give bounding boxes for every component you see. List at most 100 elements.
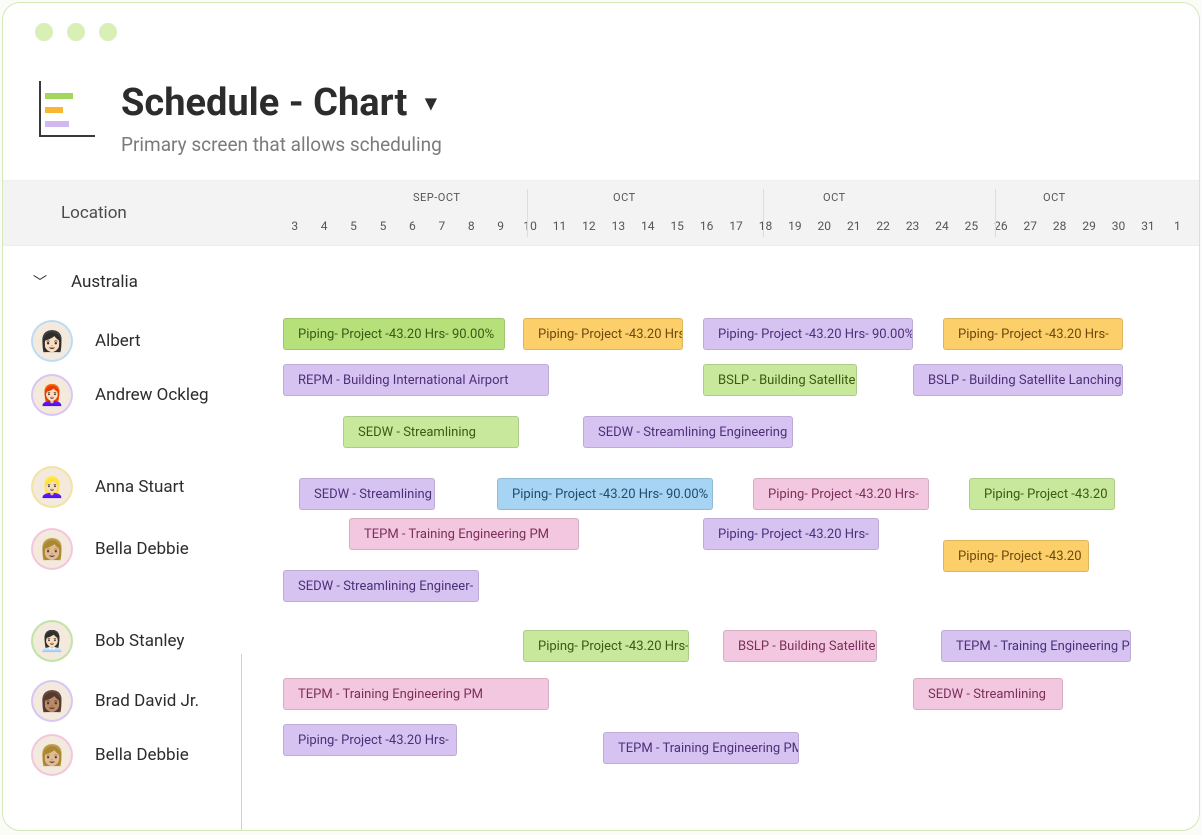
group-name: Australia — [71, 272, 138, 292]
resource-lane[interactable]: Piping- Project -43.20 Hrs- TEPM - Traini… — [283, 724, 1199, 778]
task-bar[interactable]: Piping- Project -43.20 Hrs- — [283, 724, 457, 756]
avatar[interactable]: 👩🏼 — [33, 736, 71, 774]
day-label: 23 — [901, 219, 924, 233]
resource-lane[interactable]: REPM - Building International Airport BSL… — [283, 364, 1199, 456]
task-bar[interactable]: Piping- Project -43.20 Hrs- 90.00% — [283, 318, 505, 350]
resource-row: 👩🏻‍🦰Andrew OcklegREPM - Building Interna… — [3, 364, 1199, 456]
task-bar[interactable]: TEPM - Training Engineering PM — [283, 678, 549, 710]
group-row[interactable]: ﹀ Australia — [3, 258, 1199, 310]
day-label: 30 — [1107, 219, 1130, 233]
resource-name: Anna Stuart — [95, 477, 184, 497]
resource-lane[interactable]: TEPM - Training Engineering PM SEDW - Str… — [283, 670, 1199, 724]
resource-row: 👩🏼 Bella Debbie TEPM - Training Engineerin… — [3, 518, 1199, 610]
day-label: 11 — [548, 219, 571, 233]
day-label: 10 — [518, 219, 541, 233]
day-label: 31 — [1136, 219, 1159, 233]
resource-label: 👩🏻 Albert — [3, 310, 283, 360]
chevron-down-icon[interactable]: ▾ — [425, 91, 436, 116]
location-column-header: Location — [3, 181, 283, 245]
avatar[interactable]: 👩🏻‍💼 — [33, 622, 71, 660]
window-dot[interactable] — [67, 23, 85, 41]
day-label: 21 — [842, 219, 865, 233]
page-title: Schedule - Chart ▾ — [121, 81, 442, 125]
month-label: OCT — [613, 191, 636, 204]
week-separator — [763, 189, 764, 237]
task-bar[interactable]: BSLP - Building Satellite Lanching — [913, 364, 1123, 396]
day-label: 1 — [1166, 219, 1189, 233]
day-label: 17 — [724, 219, 747, 233]
resource-name: Bella Debbie — [95, 745, 189, 765]
day-label: 6 — [401, 219, 424, 233]
task-bar[interactable]: Piping- Project -43.20 Hrs- — [523, 630, 689, 662]
timeline-scale[interactable]: SEP-OCTOCTOCTOCT 34556789101112131415161… — [283, 181, 1199, 245]
gantt-logo-icon — [39, 81, 95, 137]
resource-label: 👩🏻‍💼 Bob Stanley — [3, 610, 283, 660]
avatar[interactable]: 👩🏻‍🦰 — [33, 376, 71, 414]
day-label: 13 — [607, 219, 630, 233]
day-label: 27 — [1019, 219, 1042, 233]
day-label: 29 — [1077, 219, 1100, 233]
month-label: OCT — [1043, 191, 1066, 204]
task-bar[interactable]: SEDW - Streamlining — [343, 416, 519, 448]
task-bar[interactable]: TEPM - Training Engineering PM — [603, 732, 799, 764]
day-label: 12 — [577, 219, 600, 233]
schedule-body: ﹀ Australia 👩🏻 Albert Piping- Project -43.… — [3, 246, 1199, 831]
day-label: 16 — [695, 219, 718, 233]
task-bar[interactable]: Piping- Project -43.20 — [969, 478, 1115, 510]
task-bar[interactable]: TEPM - Training Engineering PM — [349, 518, 579, 550]
task-bar[interactable]: REPM - Building International Airport — [283, 364, 549, 396]
avatar[interactable]: 👩🏻 — [33, 322, 71, 360]
resource-name: Albert — [95, 331, 141, 351]
resource-name: Bella Debbie — [95, 539, 189, 559]
app-window: Schedule - Chart ▾ Primary screen that a… — [2, 2, 1200, 831]
window-dot[interactable] — [35, 23, 53, 41]
resource-label: 👩🏼 Bella Debbie — [3, 518, 283, 568]
window-controls — [3, 3, 1199, 61]
day-label: 19 — [783, 219, 806, 233]
task-bar[interactable]: Piping- Project -43.20 Hrs- — [753, 478, 929, 510]
resource-name: Bob Stanley — [95, 631, 184, 651]
task-bar[interactable]: Piping- Project -43.20 Hrs- 90.00% — [703, 318, 913, 350]
day-label: 8 — [460, 219, 483, 233]
task-bar[interactable]: TEPM - Training Engineering PM — [941, 630, 1131, 662]
resource-row: 👩🏻‍💼 Bob Stanley Piping- Project -43.20 Hr… — [3, 610, 1199, 670]
task-bar[interactable]: Piping- Project -43.20 Hrs- — [943, 318, 1123, 350]
day-label: 5 — [342, 219, 365, 233]
page-header: Schedule - Chart ▾ Primary screen that a… — [3, 61, 1199, 180]
task-bar[interactable]: SEDW - Streamlining Engineer- — [283, 570, 479, 602]
page-title-text: Schedule - Chart — [121, 81, 407, 125]
task-bar[interactable]: Piping- Project -43.20 — [943, 540, 1089, 572]
resource-label: 👱🏻‍♀️ Anna Stuart — [3, 456, 283, 506]
chevron-down-icon[interactable]: ﹀ — [33, 272, 47, 292]
avatar[interactable]: 👱🏻‍♀️ — [33, 468, 71, 506]
task-bar[interactable]: SEDW - Streamlining — [913, 678, 1063, 710]
week-separator — [527, 189, 528, 237]
day-label: 25 — [960, 219, 983, 233]
day-label: 18 — [754, 219, 777, 233]
resource-row: 👱🏻‍♀️ Anna Stuart SEDW - Streamlining Pipin… — [3, 456, 1199, 518]
resource-lane[interactable]: TEPM - Training Engineering PM Piping- Pr… — [283, 518, 1199, 610]
day-label: 26 — [989, 219, 1012, 233]
window-dot[interactable] — [99, 23, 117, 41]
task-bar[interactable]: BSLP - Building Satellite — [723, 630, 877, 662]
resource-lane[interactable]: Piping- Project -43.20 Hrs- 90.00% Piping… — [283, 310, 1199, 364]
resource-lane[interactable]: Piping- Project -43.20 Hrs- BSLP - Buildi… — [283, 610, 1199, 670]
resource-row: 👩🏽Brad David Jr.TEPM - Training Engineer… — [3, 670, 1199, 724]
page-subtitle: Primary screen that allows scheduling — [121, 133, 442, 156]
month-label: OCT — [823, 191, 846, 204]
task-bar[interactable]: SEDW - Streamlining — [299, 478, 435, 510]
resource-lane[interactable]: SEDW - Streamlining Piping- Project -43.2… — [283, 456, 1199, 518]
task-bar[interactable]: Piping- Project -43.20 Hrs- — [523, 318, 683, 350]
task-bar[interactable]: Piping- Project -43.20 Hrs- — [703, 518, 879, 550]
task-bar[interactable]: SEDW - Streamlining Engineering — [583, 416, 793, 448]
month-label: SEP-OCT — [413, 191, 460, 204]
divider-line — [241, 654, 242, 831]
avatar[interactable]: 👩🏽 — [33, 682, 71, 720]
day-label: 28 — [1048, 219, 1071, 233]
day-label: 22 — [871, 219, 894, 233]
avatar[interactable]: 👩🏼 — [33, 530, 71, 568]
task-bar[interactable]: BSLP - Building Satellite — [703, 364, 857, 396]
day-label: 20 — [813, 219, 836, 233]
resource-row: 👩🏼 Bella Debbie Piping- Project -43.20 Hrs… — [3, 724, 1199, 778]
task-bar[interactable]: Piping- Project -43.20 Hrs- 90.00% — [497, 478, 713, 510]
